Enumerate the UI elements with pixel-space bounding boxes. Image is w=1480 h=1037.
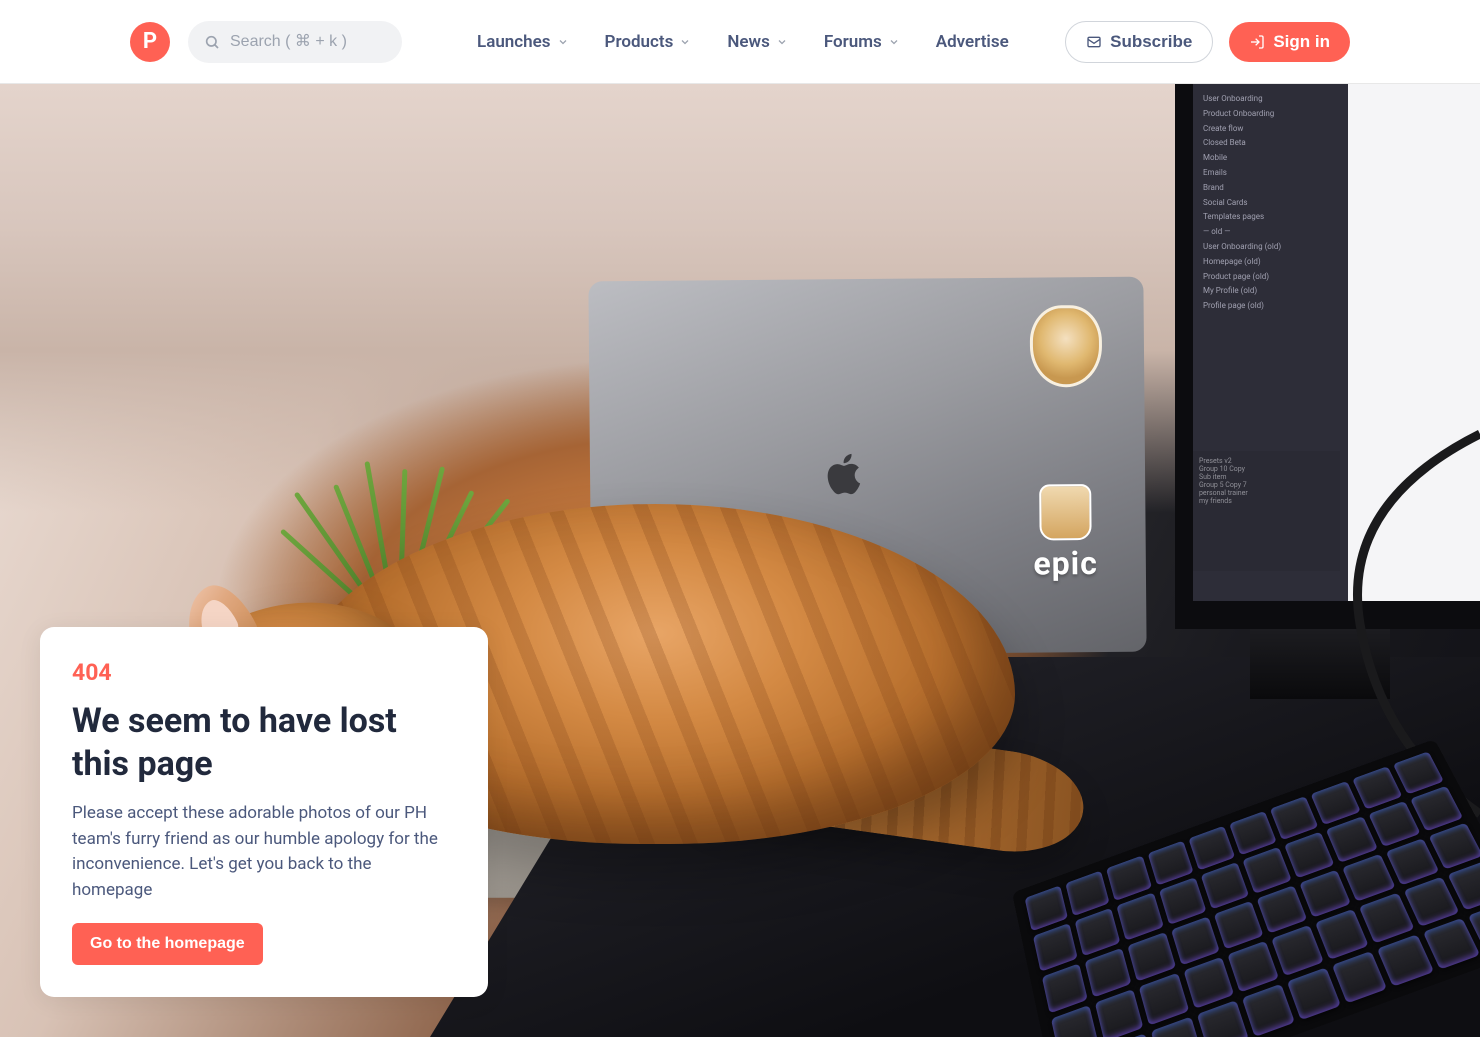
hero-image: epic User Onboarding Product Onboarding	[0, 84, 1480, 1037]
mail-icon	[1086, 34, 1102, 50]
homepage-button[interactable]: Go to the homepage	[72, 923, 263, 965]
chevron-down-icon	[679, 36, 691, 48]
chevron-down-icon	[888, 36, 900, 48]
subscribe-label: Subscribe	[1110, 32, 1192, 52]
logo-letter: P	[143, 29, 157, 54]
nav-products[interactable]: Products	[605, 32, 692, 52]
nav-label: Forums	[824, 32, 882, 52]
error-card: 404 We seem to have lost this page Pleas…	[40, 627, 488, 997]
signin-button[interactable]: Sign in	[1229, 22, 1350, 62]
monitor-sidebar-item: Homepage (old)	[1199, 255, 1342, 270]
cat-sticker-icon	[1030, 305, 1103, 388]
nav-news[interactable]: News	[727, 32, 787, 52]
nav-label: Launches	[477, 32, 551, 52]
error-code: 404	[72, 659, 456, 686]
nav-forums[interactable]: Forums	[824, 32, 900, 52]
signin-label: Sign in	[1273, 32, 1330, 52]
monitor-sidebar-item: Profile page (old)	[1199, 299, 1342, 314]
monitor-sidebar-item: My Profile (old)	[1199, 284, 1342, 299]
chevron-down-icon	[776, 36, 788, 48]
nav-label: Advertise	[936, 32, 1009, 52]
logo[interactable]: P	[130, 22, 170, 62]
nav-advertise[interactable]: Advertise	[936, 32, 1009, 52]
signin-icon	[1249, 34, 1265, 50]
subscribe-button[interactable]: Subscribe	[1065, 21, 1213, 63]
monitor-sidebar-item: Create flow	[1199, 122, 1342, 137]
monitor-sidebar-item: Product Onboarding	[1199, 107, 1342, 122]
homepage-button-label: Go to the homepage	[90, 935, 245, 952]
monitor-sidebar-item: Social Cards	[1199, 196, 1342, 211]
error-title: We seem to have lost this page	[72, 700, 456, 785]
search-icon	[204, 34, 220, 50]
monitor-sidebar-item: User Onboarding	[1199, 92, 1342, 107]
search-input[interactable]	[230, 33, 386, 51]
nav-launches[interactable]: Launches	[477, 32, 569, 52]
nav-label: News	[727, 32, 769, 52]
monitor-sidebar-item: Templates pages	[1199, 210, 1342, 225]
nav-label: Products	[605, 32, 674, 52]
monitor-sidebar-item: Emails	[1199, 166, 1342, 181]
chevron-down-icon	[557, 36, 569, 48]
search-box[interactable]	[188, 21, 402, 63]
monitor-sidebar-item: Mobile	[1199, 151, 1342, 166]
monitor-sidebar-item: — old —	[1199, 225, 1342, 240]
header-actions: Subscribe Sign in	[1065, 21, 1350, 63]
monitor-sidebar-item: Closed Beta	[1199, 136, 1342, 151]
error-body: Please accept these adorable photos of o…	[72, 801, 456, 903]
monitor-sidebar-item: Brand	[1199, 181, 1342, 196]
main-nav: Launches Products News Forums Advertise	[477, 32, 1009, 52]
site-header: P Launches Products News Forums Advertis…	[0, 0, 1480, 84]
monitor-sidebar-item: User Onboarding (old)	[1199, 240, 1342, 255]
monitor-sidebar-item: Product page (old)	[1199, 270, 1342, 285]
